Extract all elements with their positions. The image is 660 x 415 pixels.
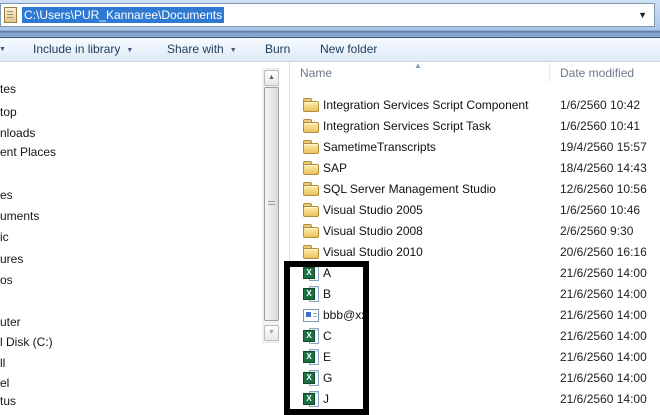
sort-ascending-icon[interactable]: ▲ (414, 61, 422, 70)
file-name: Visual Studio 2008 (323, 224, 423, 238)
file-date-modified: 2/6/2560 9:30 (560, 224, 633, 238)
folder-icon (303, 118, 320, 134)
sidebar-item-fragment[interactable]: el (0, 376, 9, 390)
file-date-modified: 21/6/2560 14:00 (560, 371, 647, 385)
toolbar-item-label: Share with (167, 42, 224, 56)
sidebar-scrollbar[interactable]: ▲ ▼ (262, 68, 279, 343)
folder-icon (303, 202, 320, 218)
sidebar-item-fragment[interactable]: es (0, 188, 13, 202)
sidebar-item-fragment[interactable]: tes (0, 82, 16, 96)
sidebar-item-fragment[interactable]: uments (0, 209, 39, 223)
file-date-modified: 21/6/2560 14:00 (560, 329, 647, 343)
toolbar-item-burn[interactable]: Burn (265, 38, 290, 61)
folder-icon (303, 244, 320, 260)
file-name: Integration Services Script Component (323, 98, 528, 112)
highlight-annotation-box (284, 261, 369, 415)
file-row[interactable]: Integration Services Script Task 1/6/256… (290, 116, 660, 137)
file-name: Visual Studio 2010 (323, 245, 423, 259)
folder-icon (303, 160, 320, 176)
document-icon (4, 7, 17, 23)
file-date-modified: 21/6/2560 14:00 (560, 308, 647, 322)
scrollbar-up-icon[interactable]: ▲ (264, 70, 279, 86)
folder-icon (303, 97, 320, 113)
address-path[interactable]: C:\Users\PUR_Kannaree\Documents (22, 7, 224, 23)
toolbar-item-label: New folder (320, 42, 377, 56)
file-name: SAP (323, 161, 347, 175)
file-date-modified: 1/6/2560 10:41 (560, 119, 640, 133)
file-row[interactable]: SAP 18/4/2560 14:43 (290, 158, 660, 179)
toolbar: ▼ Include in library ▼ Share with ▼ Burn New … (0, 38, 660, 62)
column-header-date-modified[interactable]: Date modified (560, 66, 634, 80)
file-date-modified: 21/6/2560 14:00 (560, 350, 647, 364)
address-bar[interactable]: C:\Users\PUR_Kannaree\Documents ▼ (0, 3, 655, 27)
file-date-modified: 1/6/2560 10:46 (560, 203, 640, 217)
file-date-modified: 21/6/2560 14:00 (560, 392, 647, 406)
folder-icon (303, 223, 320, 239)
toolbar-item-label: Include in library (33, 42, 120, 56)
file-date-modified: 12/6/2560 10:56 (560, 182, 647, 196)
sidebar-item-fragment[interactable]: ic (0, 230, 9, 244)
file-row[interactable]: Visual Studio 2005 1/6/2560 10:46 (290, 200, 660, 221)
sidebar-item-fragment[interactable]: ent Places (0, 145, 56, 159)
sidebar-item-fragment[interactable]: top (0, 105, 17, 119)
scrollbar-thumb[interactable] (264, 87, 279, 321)
file-row[interactable]: Visual Studio 2008 2/6/2560 9:30 (290, 221, 660, 242)
folder-icon (303, 139, 320, 155)
address-bar-row: C:\Users\PUR_Kannaree\Documents ▼ (0, 0, 660, 30)
chevron-down-icon: ▼ (230, 47, 237, 54)
toolbar-item-new-folder[interactable]: New folder (320, 38, 377, 61)
sidebar-item-fragment[interactable]: uter (0, 315, 21, 329)
file-name: SametimeTranscripts (323, 140, 436, 154)
frame-band (0, 30, 660, 38)
file-row[interactable]: SQL Server Management Studio 12/6/2560 1… (290, 179, 660, 200)
sidebar-item-fragment[interactable]: nloads (0, 126, 35, 140)
sidebar-item-fragment[interactable]: ll (0, 356, 5, 370)
file-name: SQL Server Management Studio (323, 182, 496, 196)
chevron-down-icon: ▼ (126, 47, 133, 54)
column-header-name[interactable]: Name (300, 66, 332, 80)
address-dropdown-icon[interactable]: ▼ (638, 10, 647, 20)
toolbar-item-share-with[interactable]: Share with ▼ (167, 38, 237, 61)
sidebar-item-fragment[interactable]: tus (0, 394, 16, 408)
file-row[interactable]: Integration Services Script Component 1/… (290, 95, 660, 116)
file-date-modified: 19/4/2560 15:57 (560, 140, 647, 154)
scrollbar-down-icon[interactable]: ▼ (264, 325, 279, 341)
column-divider[interactable] (549, 62, 550, 82)
file-date-modified: 18/4/2560 14:43 (560, 161, 647, 175)
file-row[interactable]: Visual Studio 2010 20/6/2560 16:16 (290, 242, 660, 263)
file-date-modified: 21/6/2560 14:00 (560, 266, 647, 280)
organize-dropdown-remnant-icon[interactable]: ▼ (0, 38, 6, 61)
file-row[interactable]: SametimeTranscripts 19/4/2560 15:57 (290, 137, 660, 158)
folder-icon (303, 181, 320, 197)
file-name: Integration Services Script Task (323, 119, 491, 133)
sidebar-item-fragment[interactable]: l Disk (C:) (0, 335, 53, 349)
sidebar-item-fragment[interactable]: ures (0, 252, 23, 266)
toolbar-item-include-in-library[interactable]: Include in library ▼ (33, 38, 133, 61)
file-date-modified: 21/6/2560 14:00 (560, 287, 647, 301)
explorer-window: C:\Users\PUR_Kannaree\Documents ▼ ▼ Incl… (0, 0, 660, 415)
toolbar-item-label: Burn (265, 42, 290, 56)
file-date-modified: 1/6/2560 10:42 (560, 98, 640, 112)
file-date-modified: 20/6/2560 16:16 (560, 245, 647, 259)
file-name: Visual Studio 2005 (323, 203, 423, 217)
sidebar-item-fragment[interactable]: os (0, 273, 13, 287)
sidebar: tes top nloads ent Places es uments ic ures os ut… (0, 62, 289, 415)
